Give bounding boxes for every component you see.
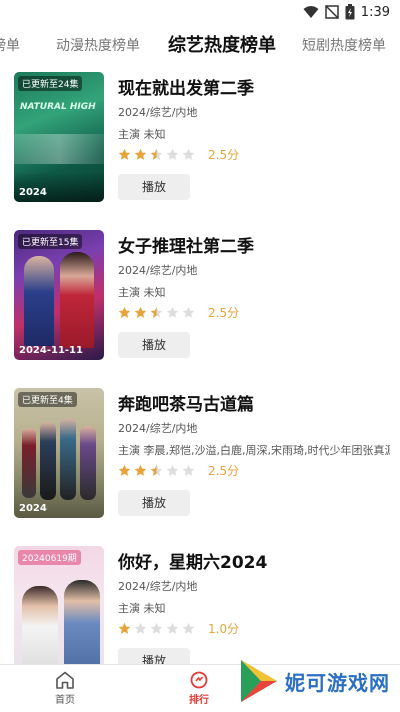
poster-figure-right <box>60 252 94 348</box>
play-button[interactable]: 播放 <box>118 490 190 516</box>
rating-score: 2.5分 <box>208 148 240 162</box>
show-cast: 主演 未知 <box>118 602 166 615</box>
star-icon <box>150 306 163 318</box>
home-icon <box>56 671 74 689</box>
nav-rank-label: 排行 <box>189 695 209 706</box>
list-item[interactable]: 已更新至4集 2024 奔跑吧茶马古道篇 2024/综艺/内地 主演 李晨,郑恺… <box>0 384 400 524</box>
update-badge: 已更新至4集 <box>18 392 77 407</box>
show-meta: 2024/综艺/内地 <box>118 422 198 435</box>
nav-home-label: 首页 <box>55 695 75 706</box>
tab-variety-ranking[interactable]: 综艺热度榜单 <box>168 28 276 64</box>
tab-anime-ranking[interactable]: 动漫热度榜单 <box>56 28 140 64</box>
star-icon <box>182 464 195 476</box>
star-icon <box>118 622 131 634</box>
tab-partial-ranking[interactable]: 榜单 <box>0 28 20 64</box>
poster-date: 2024 <box>19 503 47 514</box>
play-button[interactable]: 播放 <box>118 332 190 358</box>
poster-figure <box>80 426 96 500</box>
poster-art <box>14 134 104 164</box>
update-badge: 已更新至24集 <box>18 76 83 91</box>
tab-short-drama-ranking[interactable]: 短剧热度榜单 <box>302 28 386 64</box>
star-icon <box>150 464 163 476</box>
list-item[interactable]: 已更新至15集 2024-11-11 女子推理社第二季 2024/综艺/内地 主… <box>0 226 400 366</box>
poster-date: 2024-11-11 <box>19 345 83 356</box>
poster-figure <box>60 418 76 500</box>
poster-image[interactable]: 已更新至4集 2024 <box>14 388 104 518</box>
watermark: 妮可游戏网 <box>239 658 390 704</box>
rating-stars: 2.5分 <box>118 304 239 321</box>
list-item[interactable]: NATURAL HIGH 已更新至24集 2024 现在就出发第二季 2024/… <box>0 68 400 208</box>
show-title[interactable]: 你好，星期六2024 <box>118 548 267 573</box>
star-icon <box>118 148 131 160</box>
rating-stars: 1.0分 <box>118 620 239 637</box>
rating-stars: 2.5分 <box>118 462 239 479</box>
poster-figure <box>22 428 36 498</box>
star-icon <box>166 148 179 160</box>
rating-score: 2.5分 <box>208 464 240 478</box>
watermark-text: 妮可游戏网 <box>285 670 390 695</box>
nav-home[interactable]: 首页 <box>30 671 100 706</box>
star-icon <box>150 622 163 634</box>
rating-score: 1.0分 <box>208 622 240 636</box>
star-icon <box>134 306 147 318</box>
show-meta: 2024/综艺/内地 <box>118 264 198 277</box>
star-icon <box>134 622 147 634</box>
poster-art-text: NATURAL HIGH <box>20 102 96 112</box>
show-cast: 主演 未知 <box>118 128 166 141</box>
update-badge: 已更新至15集 <box>18 234 83 249</box>
star-icon <box>150 148 163 160</box>
poster-figure <box>40 422 56 500</box>
poster-figure-left <box>24 256 54 346</box>
star-icon <box>118 464 131 476</box>
show-title[interactable]: 女子推理社第二季 <box>118 232 254 257</box>
star-icon <box>182 148 195 160</box>
category-tabs: 榜单 动漫热度榜单 综艺热度榜单 短剧热度榜单 <box>0 28 400 64</box>
star-icon <box>166 464 179 476</box>
rating-score: 2.5分 <box>208 306 240 320</box>
star-icon <box>182 622 195 634</box>
play-button[interactable]: 播放 <box>118 174 190 200</box>
star-icon <box>182 306 195 318</box>
show-title[interactable]: 奔跑吧茶马古道篇 <box>118 390 254 415</box>
show-cast: 主演 李晨,郑恺,沙溢,白鹿,周深,宋雨琦,时代少年团张真源 <box>118 444 390 457</box>
poster-image[interactable]: 20240619期 <box>14 546 104 676</box>
rating-stars: 2.5分 <box>118 146 239 163</box>
poster-image[interactable]: 已更新至15集 2024-11-11 <box>14 230 104 360</box>
status-time: 1:39 <box>360 4 390 20</box>
show-title[interactable]: 现在就出发第二季 <box>118 74 254 99</box>
star-icon <box>134 148 147 160</box>
episode-badge: 20240619期 <box>18 550 81 565</box>
show-meta: 2024/综艺/内地 <box>118 106 198 119</box>
play-logo-icon <box>241 660 277 702</box>
poster-date: 2024 <box>19 187 47 198</box>
star-icon <box>166 622 179 634</box>
nav-rank[interactable]: 排行 <box>164 671 234 706</box>
star-icon <box>166 306 179 318</box>
ranking-icon <box>190 671 208 689</box>
poster-figure <box>64 580 100 676</box>
signal-icon <box>325 5 339 19</box>
battery-icon <box>345 4 355 20</box>
wifi-icon <box>303 6 319 18</box>
poster-figure <box>22 586 58 676</box>
status-bar: 1:39 <box>0 0 400 24</box>
show-meta: 2024/综艺/内地 <box>118 580 198 593</box>
poster-image[interactable]: NATURAL HIGH 已更新至24集 2024 <box>14 72 104 202</box>
show-cast: 主演 未知 <box>118 286 166 299</box>
star-icon <box>118 306 131 318</box>
star-icon <box>134 464 147 476</box>
